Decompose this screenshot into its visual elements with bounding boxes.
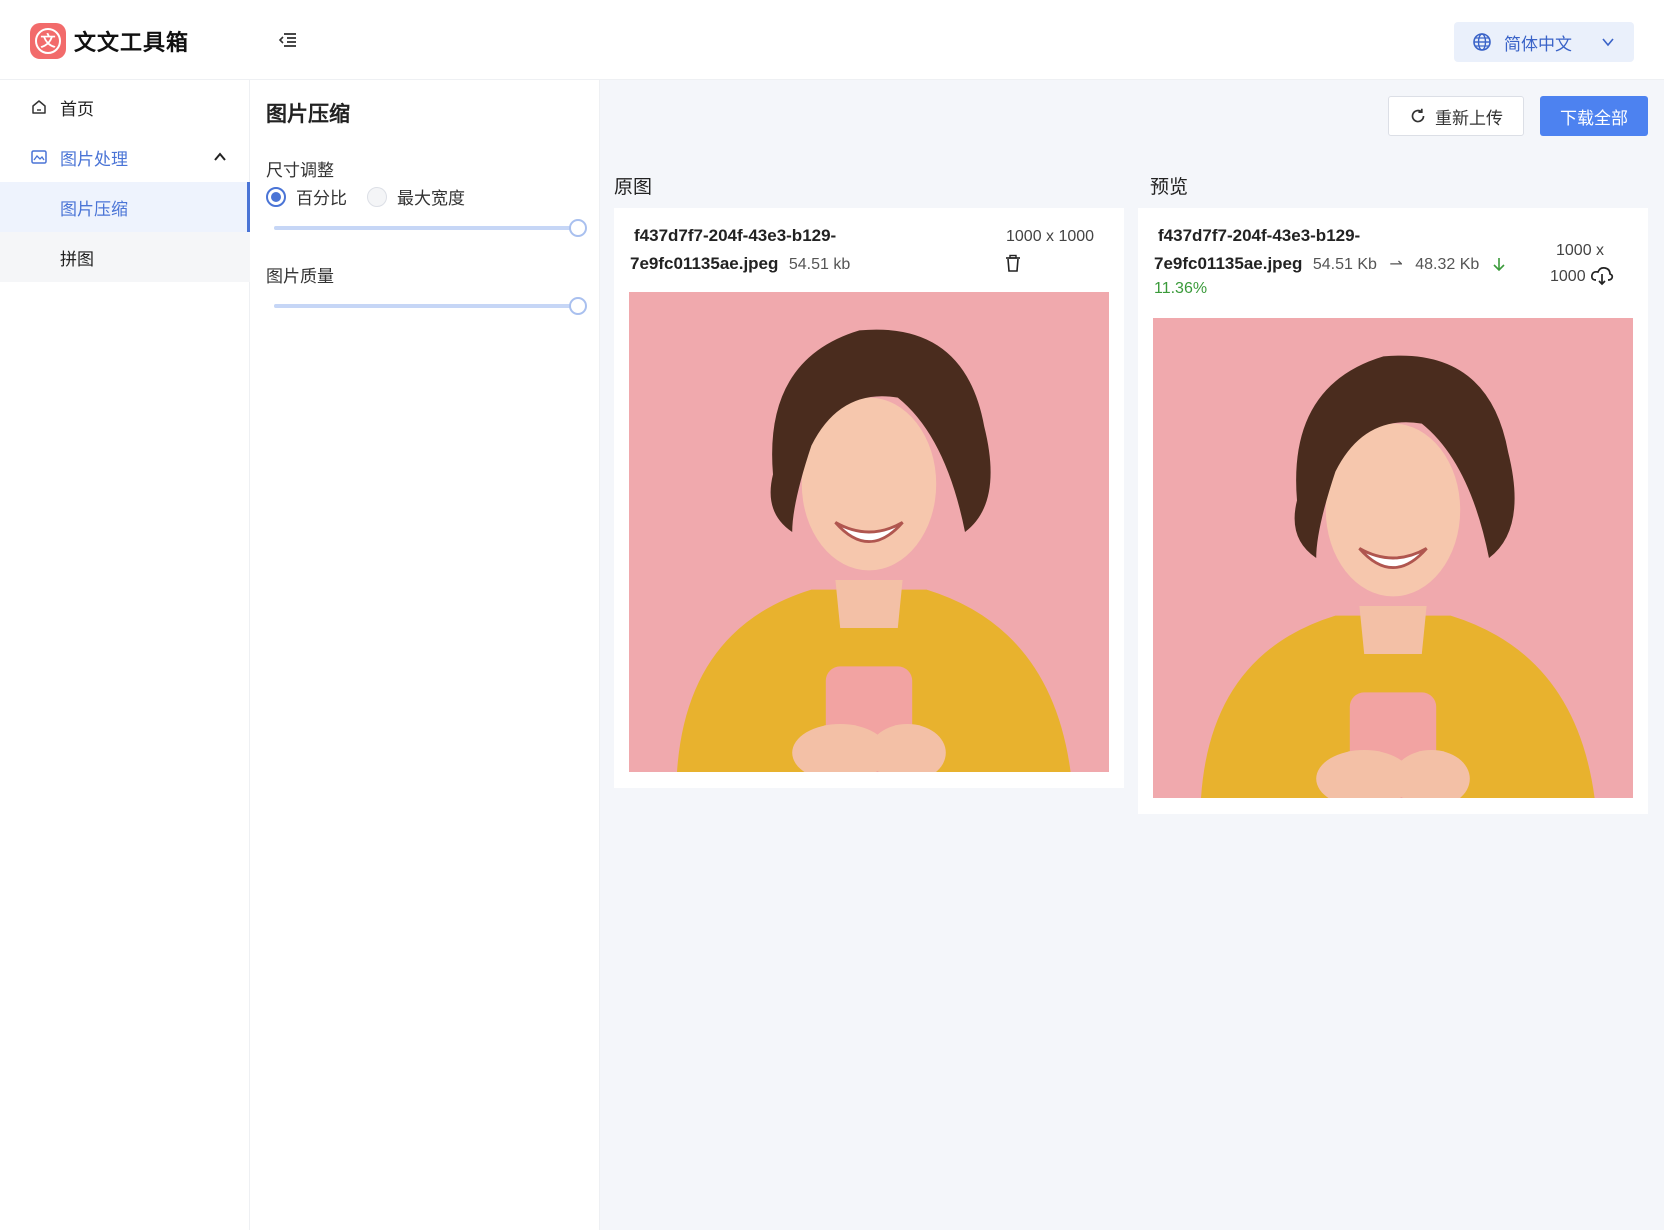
sidebar-item-collage[interactable]: 拼图 [0,232,250,282]
original-label: 原图 [614,177,653,198]
trash-icon[interactable] [1004,254,1022,274]
preview-size-after: 48.32 Kb [1415,256,1480,273]
original-card: f437d7f7-204f-43e3-b129- 7e9fc01135ae.jp… [614,208,1124,788]
preview-image [1153,318,1633,798]
preview-size-before: 54.51 Kb [1312,256,1377,273]
menu-collapse-icon[interactable] [276,30,300,50]
sidebar-item-home[interactable]: 首页 [0,82,250,132]
original-file-name-line1: f437d7f7-204f-43e3-b129- [634,226,837,245]
sidebar-item-label: 首页 [60,99,94,119]
reupload-label: 重新上传 [1435,108,1503,128]
logo-icon: 文 [30,23,66,59]
app-name: 文文工具箱 [74,30,190,55]
logo-glyph: 文 [35,28,61,54]
reupload-button[interactable]: 重新上传 [1388,96,1524,136]
slider-thumb[interactable] [569,219,587,237]
slider-fill [274,304,578,308]
radio-max-width[interactable]: 最大宽度 [367,184,465,209]
resize-label: 尺寸调整 [266,161,334,180]
quality-label: 图片质量 [266,267,334,286]
sidebar-item-label: 拼图 [60,249,94,269]
resize-slider[interactable] [274,218,587,238]
preview-file-info: 7e9fc01135ae.jpeg 54.51 Kb ⇀ 48.32 Kb [1154,254,1506,274]
language-label: 简体中文 [1504,34,1572,54]
refresh-icon [1411,108,1425,123]
cloud-download-icon[interactable] [1590,266,1614,286]
download-all-button[interactable]: 下载全部 [1540,96,1648,136]
chevron-down-icon [1602,38,1614,47]
sidebar-item-image-compress[interactable]: 图片压缩 [0,182,250,232]
sidebar-item-label: 图片压缩 [60,199,128,219]
radio-dot [266,186,286,207]
slider-thumb[interactable] [569,297,587,315]
radio-label: 最大宽度 [397,189,465,208]
image-icon [31,150,47,164]
home-icon [32,100,46,114]
quality-slider[interactable] [274,296,587,316]
radio-dot [367,186,387,207]
top-header: 文 文文工具箱 简体中文 [0,0,1664,80]
arrow-down-icon [1493,258,1505,272]
radio-label: 百分比 [296,189,347,208]
resize-mode-group: 百分比 最大宽度 [266,184,485,209]
original-file-size: 54.51 kb [788,256,851,273]
original-file-info: 7e9fc01135ae.jpeg 54.51 kb [630,254,850,274]
preview-file-name-line2: 7e9fc01135ae.jpeg [1154,254,1303,273]
sidebar-group-label: 图片处理 [60,149,128,169]
preview-dim-line2: 1000 [1550,268,1586,285]
language-select[interactable]: 简体中文 [1454,22,1634,62]
sidebar-group-image-processing[interactable]: 图片处理 [0,132,250,182]
slider-fill [274,226,578,230]
app-logo[interactable]: 文 文文工具箱 [30,23,189,59]
settings-panel: 图片压缩 尺寸调整 百分比 最大宽度 图片质量 [250,80,600,1230]
preview-dim-line1: 1000 x [1556,242,1605,259]
preview-label: 预览 [1150,177,1189,198]
original-image [629,292,1109,772]
main-content: 重新上传 下载全部 原图 f437d7f7-204f-43e3-b129- 7e… [600,80,1664,1230]
original-dimensions: 1000 x 1000 [1006,228,1095,245]
radio-percentage[interactable]: 百分比 [266,184,347,209]
chevron-up-icon [214,152,226,161]
original-file-name-line2: 7e9fc01135ae.jpeg [630,254,779,273]
arrow-right-icon: ⇀ [1389,256,1403,273]
preview-file-name-line1: f437d7f7-204f-43e3-b129- [1158,226,1361,245]
settings-title: 图片压缩 [266,103,350,126]
sidebar: 首页 图片处理 图片压缩 拼图 [0,80,250,1230]
globe-icon [1473,33,1491,51]
preview-reduction: 11.36% [1154,280,1208,297]
preview-card: f437d7f7-204f-43e3-b129- 7e9fc01135ae.jp… [1138,208,1648,814]
